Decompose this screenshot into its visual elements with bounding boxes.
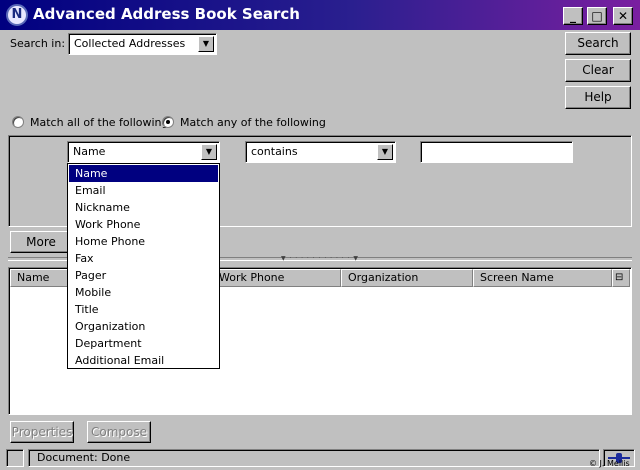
window-title: Advanced Address Book Search [33,5,300,23]
search-button[interactable]: Search [565,32,631,55]
search-in-select[interactable]: Collected Addresses ▼ [68,33,217,55]
copyright-text: © J. Mellis [589,459,630,468]
dropdown-option-home-phone[interactable]: Home Phone [69,233,218,250]
status-bar: Document: Done © J. Mellis [0,446,640,470]
search-in-label: Search in: [10,37,66,50]
dropdown-option-mobile[interactable]: Mobile [69,284,218,301]
chevron-down-icon[interactable]: ▼ [201,144,217,160]
dropdown-option-organization[interactable]: Organization [69,318,218,335]
dropdown-option-name[interactable]: Name [69,165,218,182]
close-button[interactable]: ✕ [613,7,633,25]
dropdown-option-work-phone[interactable]: Work Phone [69,216,218,233]
dropdown-option-pager[interactable]: Pager [69,267,218,284]
field-select[interactable]: Name ▼ [67,141,220,163]
match-any-label: Match any of the following [180,116,326,129]
security-icon [6,449,24,467]
compose-button[interactable]: Compose [87,421,151,443]
operator-select-value: contains [251,145,298,158]
clear-button[interactable]: Clear [565,59,631,82]
dropdown-option-fax[interactable]: Fax [69,250,218,267]
chevron-down-icon[interactable]: ▼ [377,144,393,160]
column-header-work-phone[interactable]: Work Phone [212,269,341,287]
column-header-screen-name[interactable]: Screen Name [473,269,612,287]
minimize-button[interactable]: _ [563,7,583,25]
field-dropdown-list[interactable]: Name Email Nickname Work Phone Home Phon… [67,163,220,369]
maximize-button[interactable]: □ [587,7,607,25]
dropdown-option-additional-email[interactable]: Additional Email [69,352,218,369]
field-select-value: Name [73,145,106,158]
more-button[interactable]: More [10,231,72,253]
match-all-label: Match all of the following [30,116,169,129]
criteria-value-input[interactable] [420,141,573,163]
column-picker-icon[interactable]: ⊟ [612,269,630,287]
radio-selected-dot [166,120,170,124]
operator-select[interactable]: contains ▼ [245,141,396,163]
match-any-radio[interactable] [162,116,174,128]
chevron-down-icon[interactable]: ▼ [198,36,214,52]
dropdown-option-email[interactable]: Email [69,182,218,199]
column-header-organization[interactable]: Organization [341,269,473,287]
title-bar[interactable]: N Advanced Address Book Search _ □ ✕ [0,0,640,30]
match-all-radio[interactable] [12,116,24,128]
dropdown-option-title[interactable]: Title [69,301,218,318]
netscape-n-icon[interactable]: N [6,4,28,26]
splitter-grip-icon[interactable]: ▼ · · · · · · · · · · · ▼ [265,256,375,262]
help-button[interactable]: Help [565,86,631,109]
properties-button[interactable]: Properties [10,421,74,443]
status-text: Document: Done [28,449,600,467]
search-in-value: Collected Addresses [74,37,186,50]
dropdown-option-department[interactable]: Department [69,335,218,352]
dropdown-option-nickname[interactable]: Nickname [69,199,218,216]
